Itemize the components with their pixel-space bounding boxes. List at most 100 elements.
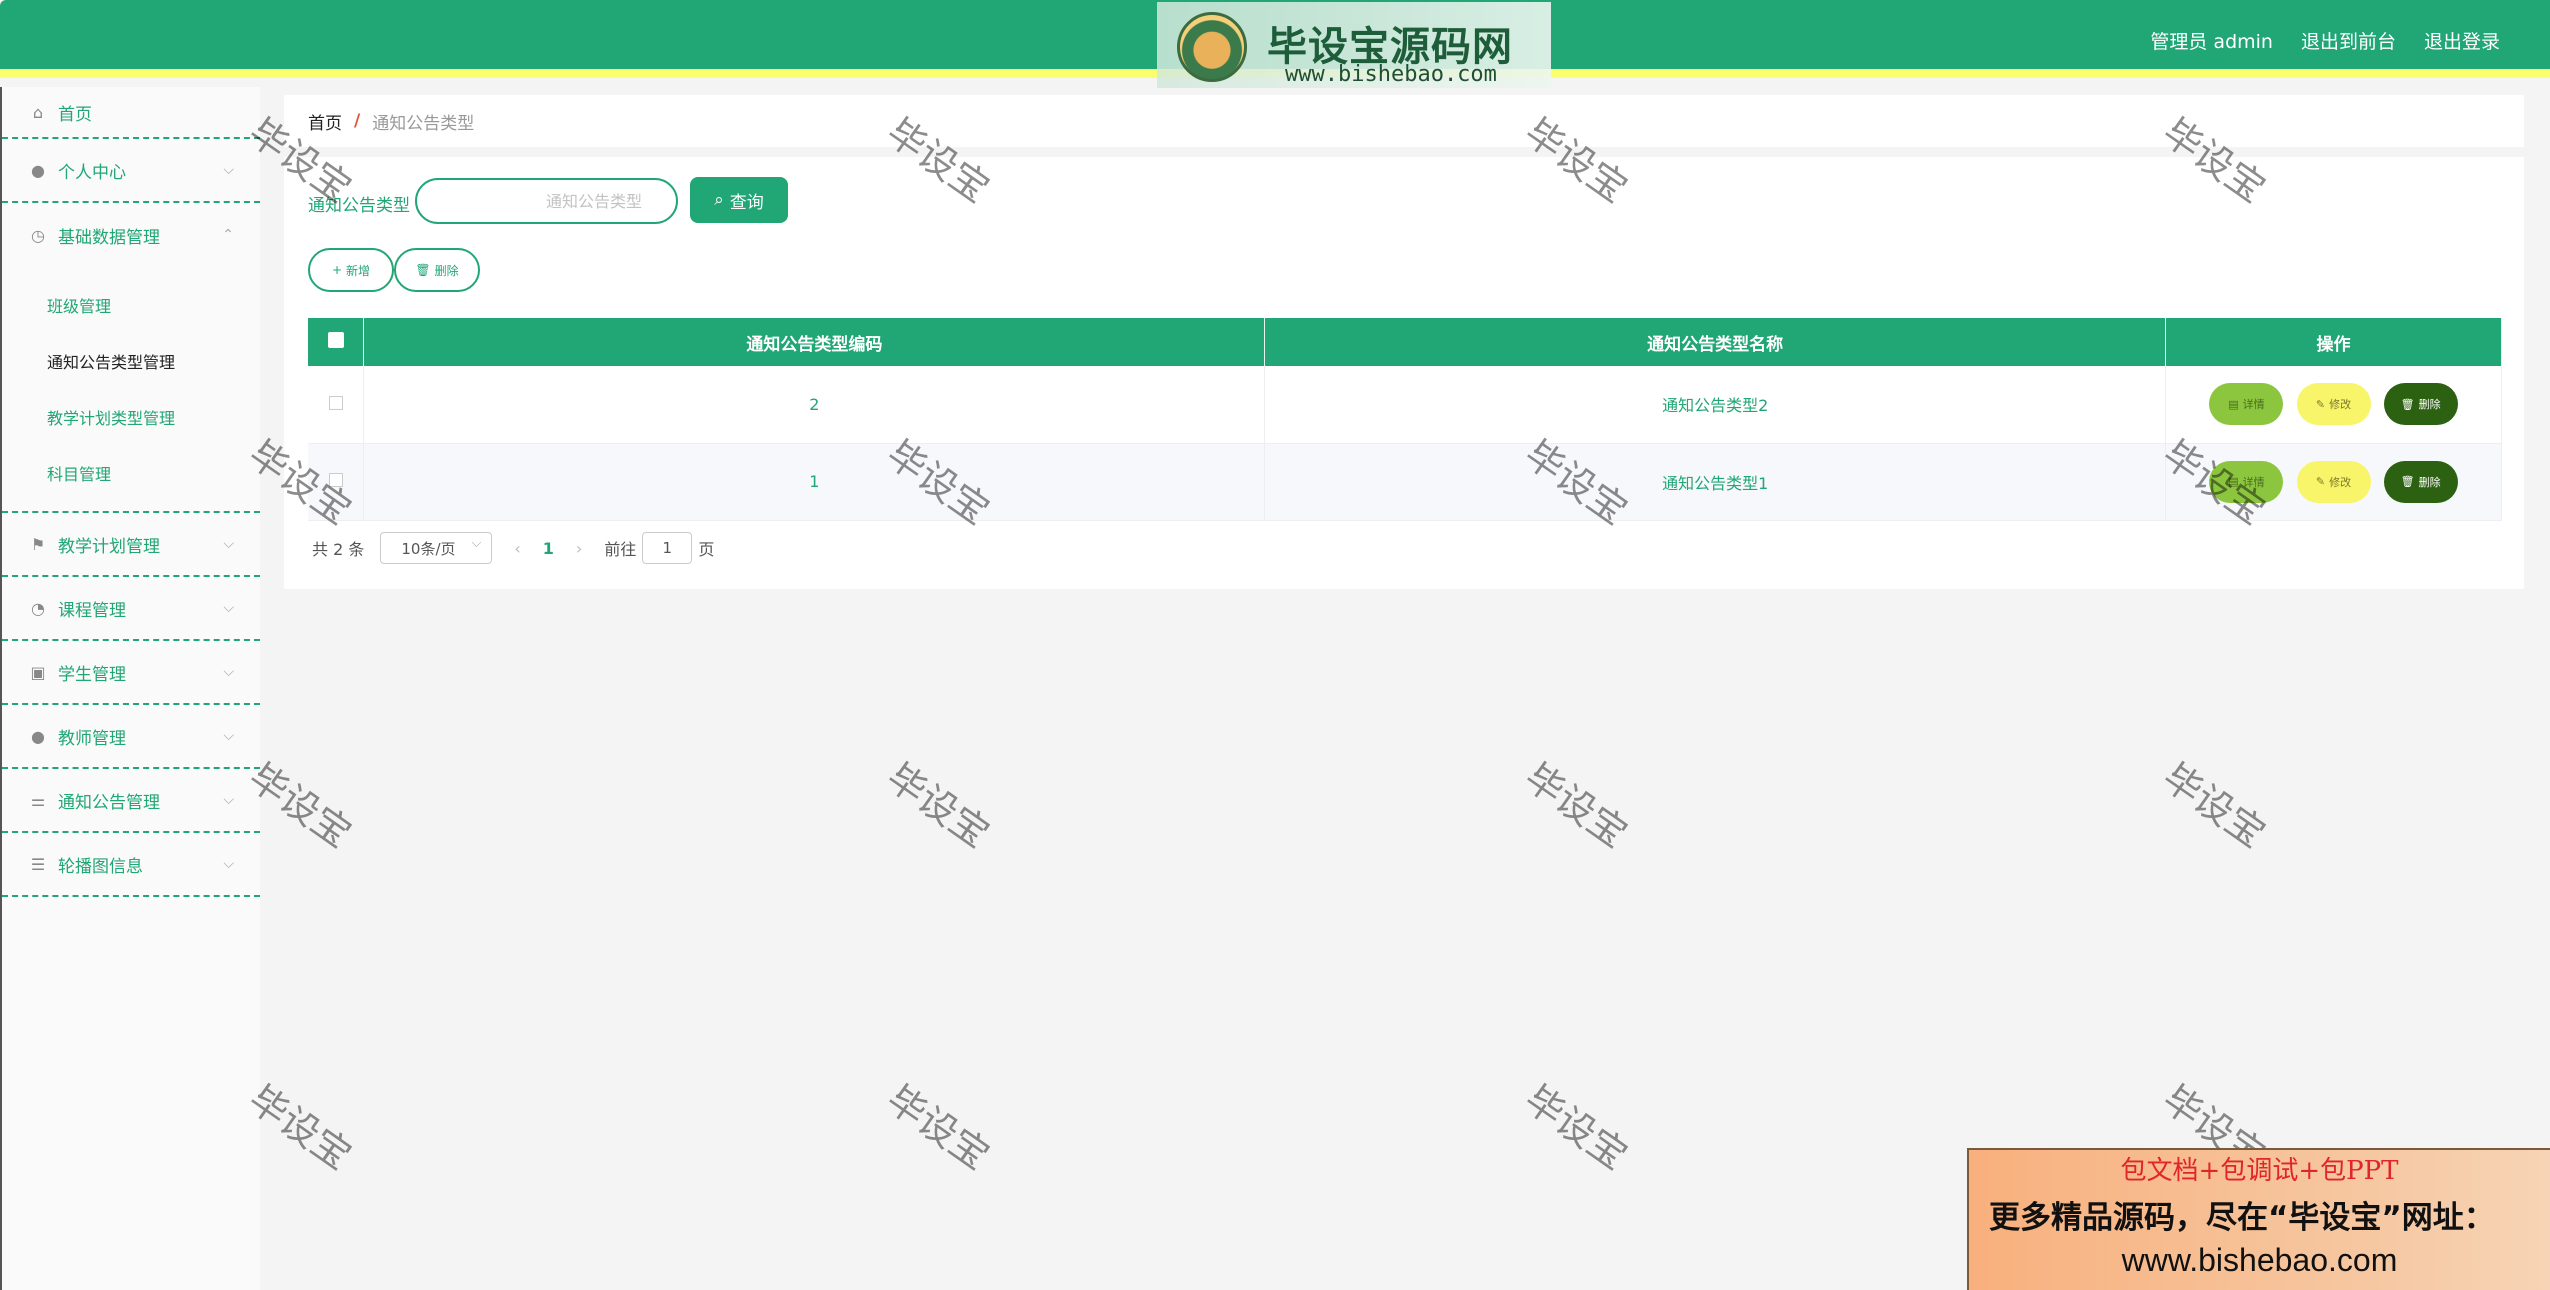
- chevron-down-icon: ⌵: [223, 162, 234, 178]
- search-label: 通知公告类型: [308, 196, 410, 216]
- top-navbar: 毕设宝源码网 www.bishebao.com 管理员 admin 退出到前台 …: [0, 0, 2550, 88]
- submenu-item-plan-type[interactable]: 教学计划类型管理: [2, 389, 260, 445]
- sidebar-item-personal-center[interactable]: ● 个人中心 ⌵: [2, 139, 260, 203]
- breadcrumb: 首页 / 通知公告类型: [284, 95, 2524, 147]
- sidebar-item-student[interactable]: ▣ 学生管理 ⌵: [2, 641, 260, 705]
- brand-logo-icon: [1177, 12, 1247, 82]
- pagination-total: 共 2 条: [312, 540, 365, 559]
- basic-data-submenu: 班级管理 通知公告类型管理 教学计划类型管理 科目管理: [2, 267, 260, 513]
- page-suffix: 页: [698, 540, 715, 559]
- detail-label: 详情: [2242, 398, 2265, 412]
- brand-url: www.bishebao.com: [1285, 62, 1497, 87]
- sidebar-item-label: 基础数据管理: [58, 227, 160, 248]
- sidebar-item-basic-data[interactable]: ◷ 基础数据管理 ⌃: [2, 203, 260, 267]
- logout-link[interactable]: 退出登录: [2424, 27, 2500, 54]
- search-button-label: 查询: [729, 192, 764, 213]
- document-icon: ▤: [2228, 475, 2239, 488]
- sidebar-item-label: 教师管理: [58, 728, 126, 749]
- table-header-row: 通知公告类型编码 通知公告类型名称 操作: [308, 318, 2502, 366]
- chevron-down-icon: ⌵: [223, 856, 234, 872]
- column-header-actions: 操作: [2165, 318, 2502, 366]
- content-panel: 通知公告类型 ⌕ 查询 + 新增 🗑 删除 通知公告类型编码 通知公告类型名称 …: [284, 157, 2524, 589]
- select-all-cell: [308, 318, 365, 366]
- watermark: 毕设宝: [2154, 754, 2274, 857]
- column-header-name[interactable]: 通知公告类型名称: [1264, 318, 2167, 366]
- sidebar-item-teaching-plan[interactable]: ⚑ 教学计划管理 ⌵: [2, 513, 260, 577]
- trash-icon: 🗑: [415, 263, 431, 277]
- trash-icon: 🗑: [2400, 475, 2415, 488]
- document-icon: ▤: [2228, 397, 2239, 411]
- add-button[interactable]: + 新增: [308, 248, 394, 292]
- promo-line-tagline: 更多精品源码，尽在“毕设宝”网址：: [1989, 1200, 2495, 1236]
- current-page-number[interactable]: 1: [543, 539, 554, 558]
- sidebar-item-label: 教学计划管理: [58, 536, 160, 557]
- search-input[interactable]: [415, 178, 678, 224]
- sidebar-item-label: 学生管理: [58, 664, 126, 685]
- search-icon: ⌕: [714, 190, 724, 210]
- promo-line-url: www.bishebao.com: [2121, 1242, 2398, 1278]
- delete-button[interactable]: 🗑 删除: [2383, 460, 2458, 503]
- sidebar-item-carousel[interactable]: ☰ 轮播图信息 ⌵: [2, 833, 260, 897]
- table-row: 1 通知公告类型1 ▤ 详情 ✎ 修改 🗑 删除: [308, 443, 2502, 521]
- sidebar: ⌂ 首页 ● 个人中心 ⌵ ◷ 基础数据管理 ⌃ 班级管理 通知公告类型管理 教…: [0, 87, 260, 1290]
- admin-user-link[interactable]: 管理员 admin: [2150, 27, 2273, 54]
- sliders-icon: ⚌: [30, 790, 46, 810]
- edit-button[interactable]: ✎ 修改: [2296, 460, 2371, 503]
- row-select-cell: [308, 366, 365, 444]
- detail-button[interactable]: ▤ 详情: [2209, 383, 2284, 426]
- next-page-icon[interactable]: ›: [576, 539, 582, 558]
- chevron-down-icon: ⌵: [223, 728, 234, 744]
- chevron-down-icon: ⌵: [223, 664, 234, 680]
- chevron-up-icon: ⌃: [222, 227, 234, 243]
- sidebar-item-label: 个人中心: [58, 162, 126, 183]
- prev-page-icon[interactable]: ‹: [514, 539, 520, 558]
- delete-label: 删除: [2418, 398, 2441, 412]
- submenu-item-subject[interactable]: 科目管理: [2, 445, 260, 501]
- cell-code: 1: [363, 443, 1266, 521]
- watermark: 毕设宝: [1516, 1076, 1636, 1179]
- sidebar-item-home[interactable]: ⌂ 首页: [2, 87, 260, 139]
- detail-label: 详情: [2242, 475, 2265, 489]
- sidebar-item-teacher[interactable]: ● 教师管理 ⌵: [2, 705, 260, 769]
- page-size-select[interactable]: 10条/页: [380, 532, 493, 564]
- sidebar-item-course[interactable]: ◔ 课程管理 ⌵: [2, 577, 260, 641]
- submenu-item-class[interactable]: 班级管理: [2, 277, 260, 333]
- promo-banner[interactable]: 包文档+包调试+包PPT 更多精品源码，尽在“毕设宝”网址： www.bishe…: [1967, 1148, 2550, 1290]
- watermark: 毕设宝: [1516, 754, 1636, 857]
- delete-button[interactable]: 🗑 删除: [2383, 383, 2458, 426]
- add-button-label: 新增: [346, 263, 371, 278]
- sidebar-item-notice[interactable]: ⚌ 通知公告管理 ⌵: [2, 769, 260, 833]
- flag-icon: ⚑: [30, 534, 46, 554]
- cell-actions: ▤ 详情 ✎ 修改 🗑 删除: [2165, 443, 2502, 521]
- breadcrumb-home[interactable]: 首页: [308, 109, 342, 134]
- search-button[interactable]: ⌕ 查询: [690, 177, 788, 223]
- plus-icon: +: [331, 263, 343, 277]
- back-to-frontend-link[interactable]: 退出到前台: [2301, 27, 2396, 54]
- trash-icon: 🗑: [2400, 397, 2415, 411]
- batch-delete-label: 删除: [434, 263, 459, 278]
- pagination: 共 2 条 10条/页 ‹ 1 › 前往 1 页: [312, 532, 714, 564]
- select-all-checkbox[interactable]: [327, 331, 344, 348]
- list-icon: ☰: [30, 854, 46, 874]
- edit-button[interactable]: ✎ 修改: [2296, 383, 2371, 426]
- header-links: 管理员 admin 退出到前台 退出登录: [2150, 27, 2500, 54]
- promo-line-services: 包文档+包调试+包PPT: [2120, 1156, 2399, 1186]
- watermark: 毕设宝: [878, 1076, 998, 1179]
- chevron-down-icon: ⌵: [223, 536, 234, 552]
- row-checkbox[interactable]: [328, 473, 343, 487]
- row-select-cell: [308, 443, 365, 521]
- cell-actions: ▤ 详情 ✎ 修改 🗑 删除: [2165, 366, 2502, 444]
- teacher-icon: ●: [31, 726, 45, 746]
- batch-delete-button[interactable]: 🗑 删除: [394, 248, 480, 292]
- clipboard-icon: ▣: [30, 662, 46, 682]
- breadcrumb-current: 通知公告类型: [372, 113, 475, 134]
- submenu-item-notice-type[interactable]: 通知公告类型管理: [2, 333, 260, 389]
- goto-page-input[interactable]: 1: [642, 532, 693, 564]
- user-icon: ●: [31, 160, 45, 180]
- column-header-code[interactable]: 通知公告类型编码: [363, 318, 1266, 366]
- watermark: 毕设宝: [878, 754, 998, 857]
- brand-logo-banner: 毕设宝源码网 www.bishebao.com: [1157, 2, 1551, 88]
- row-checkbox[interactable]: [328, 395, 343, 410]
- chevron-down-icon: ⌵: [223, 600, 234, 616]
- detail-button[interactable]: ▤ 详情: [2209, 460, 2284, 503]
